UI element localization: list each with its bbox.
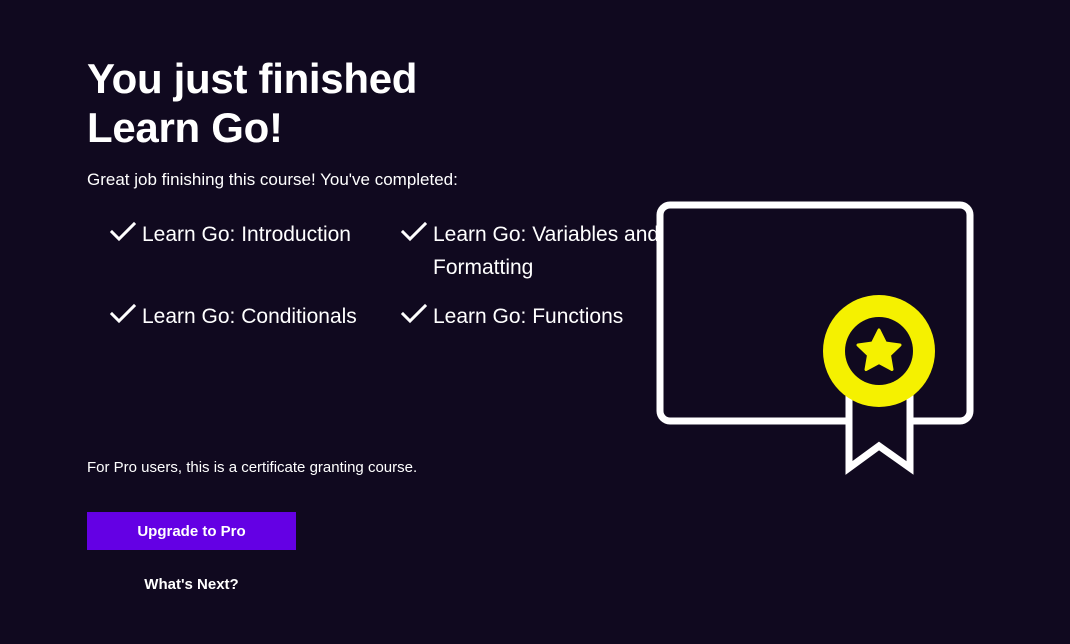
pro-certificate-note: For Pro users, this is a certificate gra… bbox=[87, 459, 418, 476]
page-title-line-2: Learn Go! bbox=[87, 104, 283, 151]
check-icon bbox=[110, 303, 136, 324]
completed-lesson-item: Learn Go: Conditionals bbox=[110, 300, 357, 333]
completed-lesson-item: Learn Go: Introduction bbox=[110, 218, 351, 251]
upgrade-to-pro-button[interactable]: Upgrade to Pro bbox=[87, 512, 296, 550]
whats-next-link[interactable]: What's Next? bbox=[87, 575, 296, 595]
completed-lesson-label: Learn Go: Introduction bbox=[142, 223, 351, 246]
completed-lesson-label: Learn Go: Conditionals bbox=[142, 305, 357, 328]
check-icon bbox=[401, 303, 427, 324]
page-title: You just finished Learn Go! bbox=[87, 54, 607, 152]
completed-lesson-item: Learn Go: Variables and Formatting bbox=[401, 218, 671, 284]
completion-intro: Great job finishing this course! You've … bbox=[87, 170, 458, 189]
course-complete-page: You just finished Learn Go! Great job fi… bbox=[0, 0, 1070, 644]
completed-lesson-item: Learn Go: Functions bbox=[401, 300, 623, 333]
certificate-icon bbox=[656, 201, 974, 475]
page-title-line-1: You just finished bbox=[87, 55, 418, 102]
completed-lesson-label: Learn Go: Variables and Formatting bbox=[433, 223, 660, 279]
check-icon bbox=[401, 221, 427, 242]
completed-lesson-label: Learn Go: Functions bbox=[433, 305, 624, 328]
check-icon bbox=[110, 221, 136, 242]
